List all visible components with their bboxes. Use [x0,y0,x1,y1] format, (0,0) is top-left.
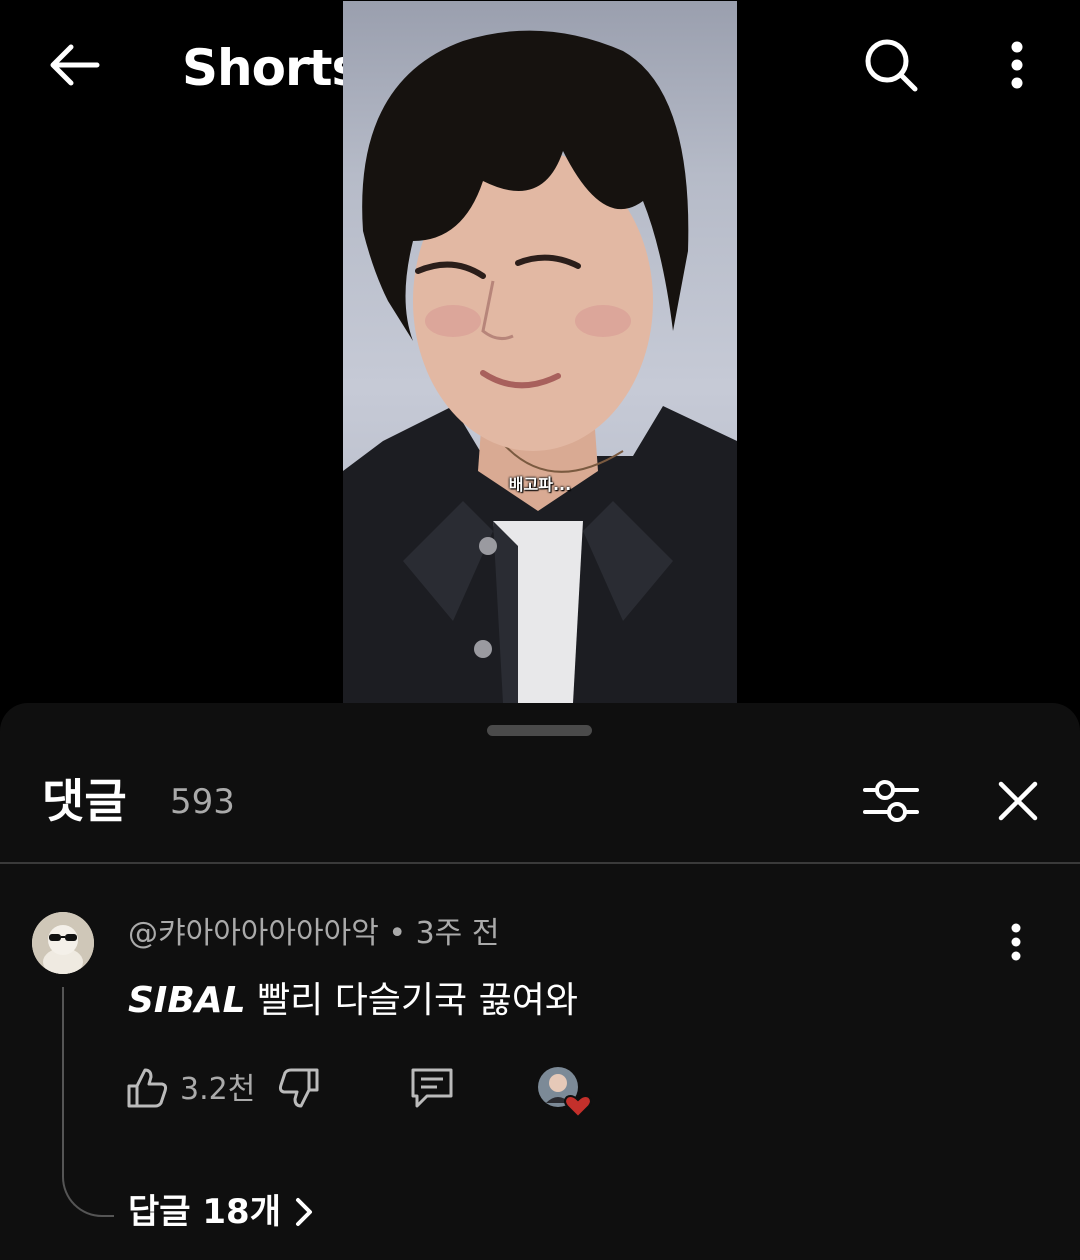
page-title: Shorts [182,39,361,97]
reply-button[interactable] [404,1063,460,1113]
reply-thread-line [62,987,114,1217]
meta-separator: • [388,916,416,951]
more-vertical-icon [1011,923,1021,961]
search-icon [865,39,918,92]
sort-filter-button[interactable] [856,773,926,829]
comments-sheet: 댓글 593 @캬아아아아아아악 • 3주 전 SIBAL 빨리 다슬기국 끓여… [0,703,1080,1260]
like-count: 3.2천 [180,1072,256,1107]
comment-avatar[interactable] [32,912,94,974]
comments-title: 댓글 [42,774,127,828]
comment-bubble-icon [411,1068,453,1108]
comments-count: 593 [170,782,235,822]
video-caption: 배고파... [508,475,572,494]
video-frame-illustration [343,30,737,703]
avatar-image [32,912,94,974]
like-button[interactable] [122,1063,172,1113]
sliders-icon [863,780,919,822]
arrow-left-icon [50,44,100,86]
dislike-button[interactable] [274,1063,324,1113]
replies-label: 답글 18개 [128,1192,281,1232]
comment-time: 3주 전 [415,916,500,951]
back-button[interactable] [40,35,106,95]
comment-meta: @캬아아아아아아악 • 3주 전 [128,914,499,954]
thumbs-up-icon [127,1068,168,1108]
view-replies-button[interactable]: 답글 18개 [128,1189,313,1235]
comment-text-body: 빨리 다슬기국 끓여와 [245,980,578,1021]
comment-author[interactable]: @캬아아아아아아악 [128,916,379,951]
chevron-right-icon [296,1198,312,1226]
more-vertical-icon [1011,41,1023,89]
close-button[interactable] [990,773,1046,829]
close-icon [998,781,1038,821]
sheet-divider [0,862,1080,864]
thumbs-down-icon [278,1068,319,1108]
video-player[interactable]: 배고파... [343,1,737,703]
creator-heart-icon [538,1067,592,1119]
creator-heart-badge [536,1065,594,1121]
comment-more-button[interactable] [994,917,1038,967]
more-options-button[interactable] [990,34,1044,96]
comment-text-emphasis: SIBAL [128,980,246,1021]
drag-handle[interactable] [487,725,592,736]
search-button[interactable] [858,34,924,96]
comment-text: SIBAL 빨리 다슬기국 끓여와 [128,977,578,1025]
